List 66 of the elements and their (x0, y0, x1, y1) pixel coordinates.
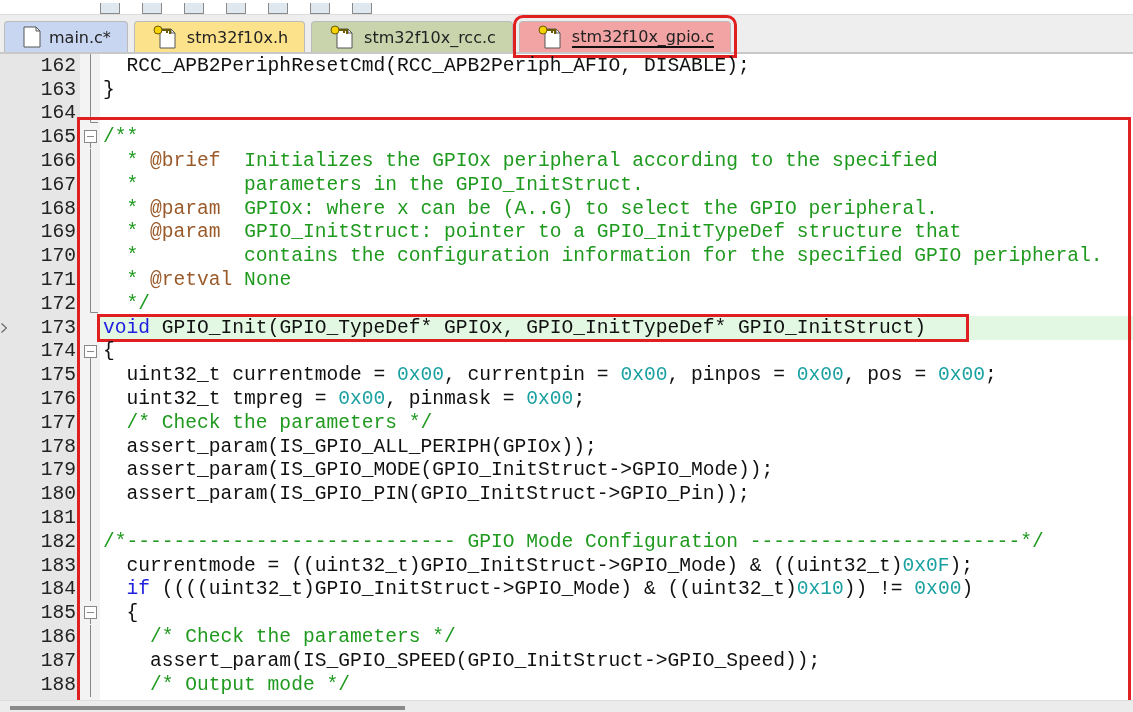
code-line: * @param GPIOx: where x can be (A..G) to select the GPIO peripheral. (125, 197, 938, 220)
line-number: 182 (40, 530, 76, 553)
line-number: 183 (40, 554, 76, 577)
code-line: * @retval None (125, 269, 292, 292)
collapse-button[interactable] (84, 606, 97, 625)
line-number: 167 (40, 173, 76, 196)
line-number: 179 (40, 459, 76, 482)
line-number: 186 (40, 626, 76, 648)
line-number: 166 (40, 150, 76, 173)
file-tab[interactable]: stm32f10x_rcc.c (311, 21, 513, 52)
toolbar-icon[interactable] (352, 3, 372, 14)
line-number: 188 (40, 673, 76, 696)
code-line: * contains the configuration information for the specified GPIO peripheral. (125, 245, 1103, 268)
code-line: { (103, 340, 115, 363)
code-line: assert_param(IS_GPIO_ALL_PERIPH(GPIOx)); (125, 435, 597, 458)
line-number: 165 (40, 126, 76, 149)
code-line: RCC_APB2PeriphResetCmd(RCC_APB2Periph_AFIO, DISABLE); (125, 54, 750, 77)
toolbar-icon[interactable] (226, 3, 246, 14)
code-line: * parameters in the GPIO_InitStruct. (125, 173, 644, 196)
line-number: 184 (40, 578, 76, 601)
code-line: assert_param(IS_GPIO_SPEED(GPIO_InitStruct->GPIO_Speed)); (149, 649, 821, 672)
line-number: 172 (40, 292, 76, 315)
toolbar-icon[interactable] (184, 3, 204, 14)
scrollbar-thumb[interactable] (10, 706, 405, 710)
toolbar-icon[interactable] (142, 3, 162, 14)
line-number: 181 (40, 507, 76, 530)
toolbar-icon[interactable] (310, 3, 330, 14)
code-line: */ (125, 292, 151, 315)
line-number: 174 (40, 340, 76, 363)
code-line: if ((((uint32_t)GPIO_InitStruct->GPIO_Mode) & ((uint32_t)0x10)) != 0x00) (125, 578, 974, 601)
line-number: 177 (40, 411, 76, 434)
line-number: 168 (40, 197, 76, 220)
line-number: 187 (40, 649, 76, 672)
line-number: 176 (40, 388, 76, 411)
line-number: 169 (40, 221, 76, 244)
line-number: 175 (40, 364, 76, 387)
code-line: assert_param(IS_GPIO_MODE(GPIO_InitStruct->GPIO_Mode)); (125, 459, 774, 482)
code-line: uint32_t tmpreg = 0x00, pinmask = 0x00; (125, 388, 586, 411)
toolbar-icon[interactable] (100, 3, 120, 14)
toolbar-icon[interactable] (268, 3, 288, 14)
code-line: * @brief Initializes the GPIOx peripheral according to the specified (125, 150, 938, 173)
line-number: 164 (40, 102, 76, 125)
code-line: /* Check the parameters */ (149, 626, 456, 648)
code-line: assert_param(IS_GPIO_PIN(GPIO_InitStruct->GPIO_Pin)); (125, 483, 750, 506)
code-line: currentmode = ((uint32_t)GPIO_InitStruct->GPIO_Mode) & ((uint32_t)0x0F); (125, 554, 974, 577)
code-line: uint32_t currentmode = 0x00, currentpin = 0x00, pinpos = 0x00, pos = 0x00; (125, 364, 997, 387)
line-number: 171 (40, 269, 76, 292)
horizontal-scrollbar[interactable] (0, 700, 1133, 712)
code-line: } (103, 78, 115, 101)
file-tab[interactable]: stm32f10x.h (133, 21, 306, 52)
file-tab[interactable]: main.c* (4, 21, 128, 52)
line-number: 180 (40, 483, 76, 506)
code-line: /*---------------------------- GPIO Mode Configuration -----------------------*/ (103, 530, 1044, 553)
code-line: /* Check the parameters */ (125, 411, 433, 434)
code-line: * @param GPIO_InitStruct: pointer to a GPIO_InitTypeDef structure that (125, 221, 962, 244)
line-number: 170 (40, 245, 76, 268)
line-number: 173 (40, 316, 76, 339)
line-number: 185 (40, 602, 76, 625)
line-number: 162 (40, 54, 76, 77)
code-line: { (125, 602, 139, 625)
collapse-button[interactable] (84, 130, 97, 149)
code-line: /** (103, 126, 139, 149)
line-number: 163 (40, 78, 76, 101)
code-line: /* Output mode */ (149, 673, 350, 696)
line-number: 178 (40, 435, 76, 458)
collapse-button[interactable] (84, 344, 97, 363)
